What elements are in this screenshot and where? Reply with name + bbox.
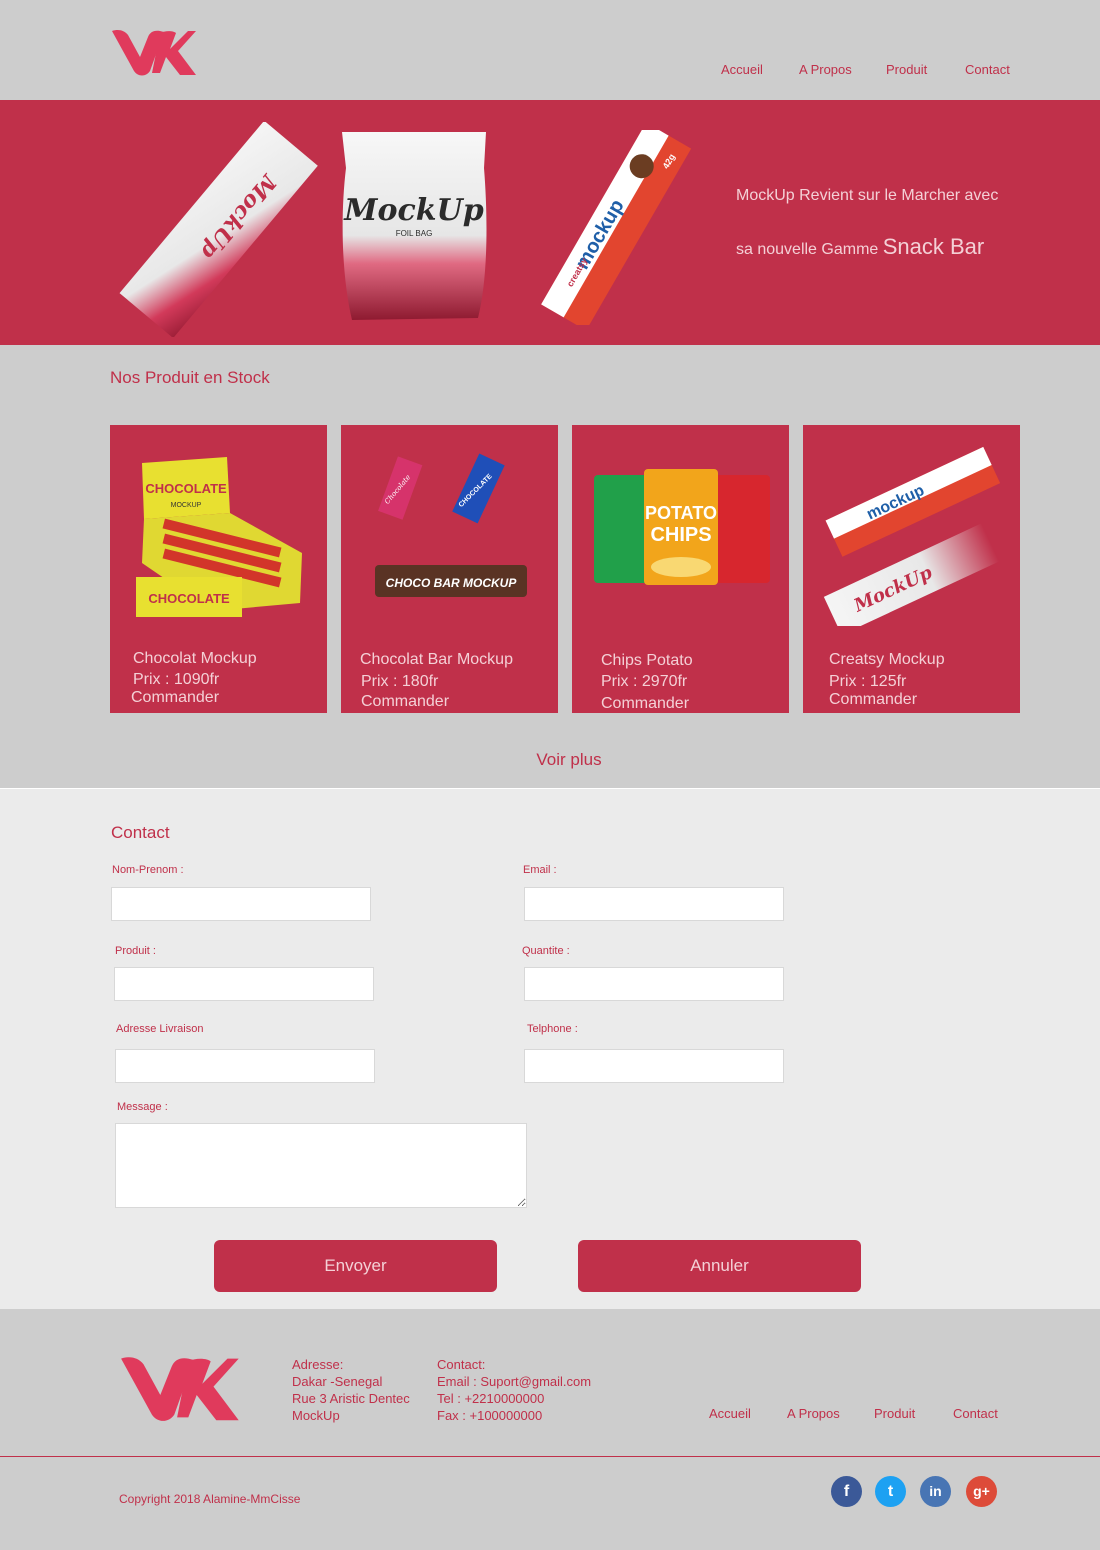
- hero-tagline: MockUp Revient sur le Marcher avec sa no…: [736, 170, 1076, 275]
- hero-foil-bag-image: MockUp FOIL BAG: [342, 132, 487, 320]
- product-card[interactable]: CHOCOLATE MOCKUP CHOCOLATE Chocolat Mock…: [110, 425, 327, 713]
- footer-nav-accueil[interactable]: Accueil: [709, 1406, 751, 1421]
- nav-a-propos[interactable]: A Propos: [799, 62, 852, 77]
- product-card[interactable]: mockup MockUp Creatsy Mockup Prix : 125f…: [803, 425, 1020, 713]
- cancel-button[interactable]: Annuler: [578, 1240, 861, 1292]
- product-art-sublabel: CHIPS: [650, 524, 711, 546]
- product-name: Chips Potato: [601, 652, 693, 669]
- submit-button[interactable]: Envoyer: [214, 1240, 497, 1292]
- address-line: MockUp: [292, 1408, 340, 1423]
- vk-logo-icon[interactable]: [118, 1353, 239, 1423]
- copyright: Copyright 2018 Alamine-MmCisse: [119, 1492, 301, 1506]
- order-link[interactable]: Commander: [829, 691, 917, 709]
- product-art-label-2: CHOCOLATE: [148, 591, 230, 606]
- order-link[interactable]: Commander: [131, 689, 219, 707]
- hero-wrapper-package-image: MockUp: [119, 122, 318, 337]
- contact-info-title: Contact:: [437, 1357, 486, 1372]
- see-more-link[interactable]: Voir plus: [0, 750, 1100, 770]
- product-field[interactable]: [114, 967, 374, 1001]
- hero-line-2: sa nouvelle Gamme Snack Bar: [736, 234, 985, 259]
- product-price: Prix : 2970fr: [601, 673, 688, 690]
- email-field[interactable]: [524, 887, 784, 921]
- hero-bar-package-image: mockup creatsy 42g: [541, 130, 692, 325]
- product-image-creatsy-mockup: mockup MockUp: [823, 446, 1001, 626]
- contact-email[interactable]: Email : Suport@gmail.com: [437, 1373, 591, 1390]
- footer-nav-a-propos[interactable]: A Propos: [787, 1406, 840, 1421]
- hero-banner: MockUp MockUp FOIL BAG mockup creatsy 42…: [0, 100, 1100, 345]
- phone-label: Telphone :: [527, 1023, 578, 1035]
- product-image-chocolat-bar-mockup: Chocolate CHOCOLATE CHOCO BAR MOCKUP: [375, 453, 527, 597]
- name-field[interactable]: [111, 887, 371, 921]
- hero-foil-bag-label: MockUp: [343, 193, 483, 228]
- product-art-label-2: CHOCO BAR MOCKUP: [386, 576, 518, 590]
- product-art-sublabel: MOCKUP: [171, 502, 202, 509]
- quantity-field[interactable]: [524, 967, 784, 1001]
- name-label: Nom-Prenom :: [112, 864, 184, 876]
- footer-nav-produit[interactable]: Produit: [874, 1406, 915, 1421]
- google-plus-icon[interactable]: g+: [966, 1476, 997, 1507]
- products-title: Nos Produit en Stock: [110, 368, 270, 387]
- address-label: Adresse Livraison: [116, 1023, 204, 1035]
- address-title: Adresse:: [292, 1357, 344, 1372]
- footer-nav-contact[interactable]: Contact: [953, 1406, 998, 1421]
- order-link[interactable]: Commander: [601, 695, 689, 713]
- main-nav: Accueil A Propos Produit Contact: [0, 62, 1100, 82]
- product-card[interactable]: Chocolate CHOCOLATE CHOCO BAR MOCKUP Cho…: [341, 425, 558, 713]
- twitter-icon[interactable]: t: [875, 1476, 906, 1507]
- order-link[interactable]: Commander: [361, 693, 449, 711]
- footer-contact: Contact: Email : Suport@gmail.com Tel : …: [437, 1356, 591, 1424]
- product-card[interactable]: POTATO CHIPS Chips Potato Prix : 2970fr …: [572, 425, 789, 713]
- nav-contact[interactable]: Contact: [965, 62, 1010, 77]
- message-field[interactable]: [115, 1123, 527, 1208]
- linkedin-icon[interactable]: in: [920, 1476, 951, 1507]
- product-name: Chocolat Bar Mockup: [360, 651, 513, 668]
- product-art-label: POTATO: [645, 503, 717, 523]
- product-price: Prix : 1090fr: [133, 671, 220, 688]
- address-line: Dakar -Senegal: [292, 1374, 383, 1389]
- site-footer: Adresse: Dakar -Senegal Rue 3 Aristic De…: [0, 1309, 1100, 1550]
- contact-fax: Fax : +100000000: [437, 1408, 543, 1423]
- email-label: Email :: [523, 864, 557, 876]
- message-label: Message :: [117, 1101, 168, 1113]
- phone-field[interactable]: [524, 1049, 784, 1083]
- address-field[interactable]: [115, 1049, 375, 1083]
- site-header: Accueil A Propos Produit Contact: [0, 0, 1100, 100]
- contact-title: Contact: [111, 823, 170, 842]
- product-price: Prix : 125fr: [829, 673, 907, 690]
- address-line: Rue 3 Aristic Dentec: [292, 1391, 410, 1406]
- footer-divider: [0, 1456, 1100, 1457]
- product-name: Creatsy Mockup: [829, 651, 945, 668]
- product-label: Produit :: [115, 945, 156, 957]
- hero-highlight: Snack Bar: [882, 234, 985, 259]
- contact-section: Contact Nom-Prenom : Email : Produit : Q…: [0, 788, 1100, 1309]
- contact-phone: Tel : +2210000000: [437, 1391, 545, 1406]
- nav-produit[interactable]: Produit: [886, 62, 927, 77]
- quantity-label: Quantite :: [522, 945, 570, 957]
- nav-accueil[interactable]: Accueil: [721, 62, 763, 77]
- product-image-chocolat-mockup: CHOCOLATE MOCKUP CHOCOLATE: [136, 457, 302, 617]
- product-price: Prix : 180fr: [361, 673, 439, 690]
- facebook-icon[interactable]: f: [831, 1476, 862, 1507]
- product-art-label: CHOCOLATE: [145, 481, 227, 496]
- hero-foil-bag-sublabel: FOIL BAG: [396, 229, 433, 238]
- product-image-chips-potato: POTATO CHIPS: [594, 469, 770, 585]
- hero-line-1: MockUp Revient sur le Marcher avec: [736, 187, 999, 204]
- product-name: Chocolat Mockup: [133, 650, 257, 667]
- footer-address: Adresse: Dakar -Senegal Rue 3 Aristic De…: [292, 1356, 410, 1424]
